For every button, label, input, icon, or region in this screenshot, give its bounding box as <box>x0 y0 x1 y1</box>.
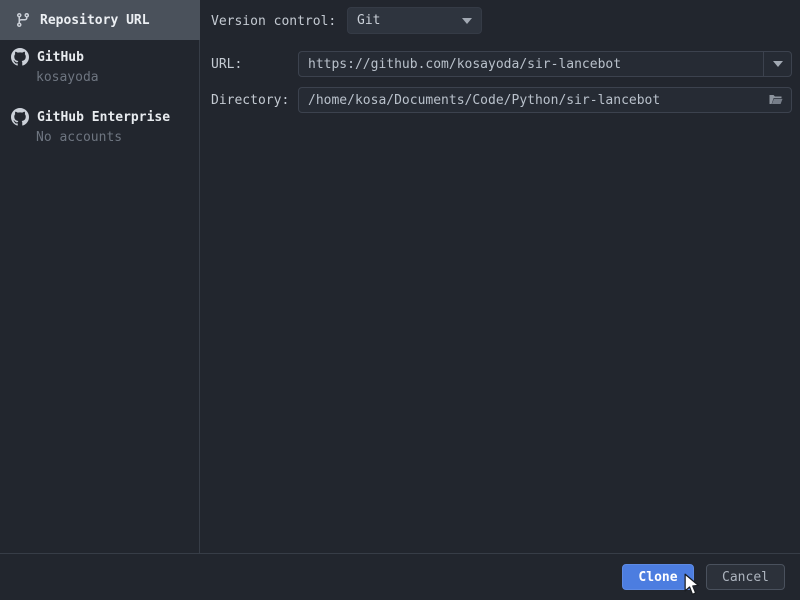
version-control-label: Version control: <box>211 14 336 29</box>
clone-dialog-sidebar: Repository URL GitHub kosayoda GitHub En… <box>0 0 200 553</box>
url-history-dropdown-button[interactable] <box>763 52 791 76</box>
github-icon <box>11 108 29 126</box>
sidebar-item-label: GitHub Enterprise <box>37 110 170 125</box>
clone-button[interactable]: Clone <box>622 564 694 590</box>
sidebar-item-sublabel: kosayoda <box>0 70 200 85</box>
sidebar-item-label: GitHub <box>37 50 84 65</box>
dialog-button-bar: Clone Cancel <box>0 553 800 600</box>
sidebar-item-repository-url[interactable]: Repository URL <box>0 0 200 40</box>
sidebar-item-label: Repository URL <box>40 13 150 28</box>
github-icon <box>11 48 29 66</box>
version-control-select[interactable]: Git <box>347 7 482 34</box>
git-branch-icon <box>15 12 31 28</box>
sidebar-item-sublabel: No accounts <box>0 130 200 145</box>
chevron-down-icon <box>462 18 472 24</box>
version-control-value: Git <box>357 13 380 28</box>
url-input[interactable]: https://github.com/kosayoda/sir-lancebot <box>298 51 792 77</box>
sidebar-item-github-enterprise[interactable]: GitHub Enterprise No accounts <box>0 108 200 145</box>
cancel-button[interactable]: Cancel <box>706 564 785 590</box>
url-label: URL: <box>211 57 242 72</box>
directory-value: /home/kosa/Documents/Code/Python/sir-lan… <box>299 93 761 108</box>
url-value: https://github.com/kosayoda/sir-lancebot <box>299 57 763 72</box>
directory-input[interactable]: /home/kosa/Documents/Code/Python/sir-lan… <box>298 87 792 113</box>
clone-dialog-form: Version control: Git URL: https://github… <box>201 0 800 553</box>
open-folder-icon <box>768 92 784 108</box>
chevron-down-icon <box>773 61 783 67</box>
directory-label: Directory: <box>211 93 289 108</box>
sidebar-item-github[interactable]: GitHub kosayoda <box>0 48 200 85</box>
browse-directory-button[interactable] <box>761 88 791 112</box>
